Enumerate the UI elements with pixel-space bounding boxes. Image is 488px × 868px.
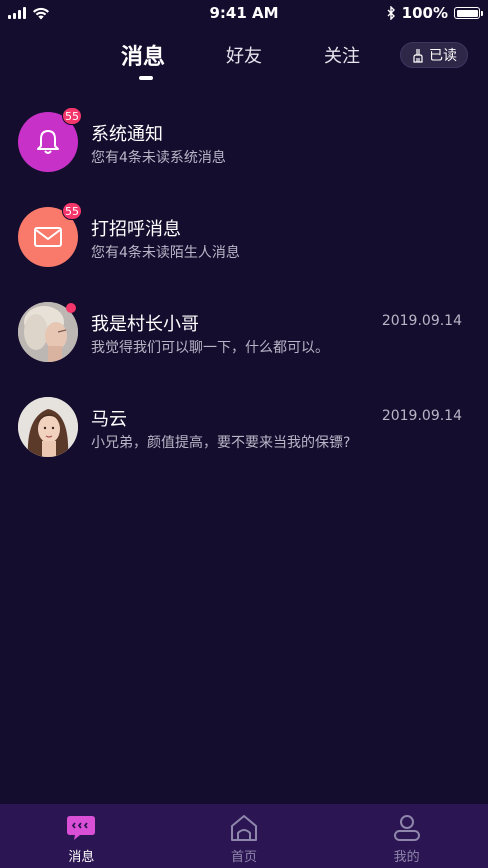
nav-label: 我的 <box>393 850 420 865</box>
mark-read-label: 已读 <box>429 48 457 64</box>
bottom-nav: 消息 首页 我的 <box>0 804 488 868</box>
tab-messages[interactable]: 消息 <box>121 39 165 71</box>
nav-item-messages[interactable]: 消息 <box>0 804 163 868</box>
chat-icon <box>67 816 96 840</box>
list-item-system-notice[interactable]: 55 系统通知 您有4条未读系统消息 <box>0 96 488 191</box>
greeting-avatar: 55 <box>18 202 82 267</box>
list-item-title: 马云 <box>91 409 127 430</box>
tab-following[interactable]: 关注 <box>324 42 360 68</box>
list-item-subtitle: 您有4条未读系统消息 <box>91 150 226 166</box>
envelope-icon <box>34 227 62 247</box>
nav-item-profile[interactable]: 我的 <box>325 804 488 868</box>
list-item-subtitle: 小兄弟，颜值提高，要不要来当我的保镖? <box>91 435 351 451</box>
list-item-chat[interactable]: 我是村长小哥 我觉得我们可以聊一下，什么都可以。 2019.09.14 <box>0 286 488 381</box>
unread-badge: 55 <box>62 107 82 125</box>
list-item-title: 我是村长小哥 <box>91 314 199 335</box>
online-dot <box>66 303 76 313</box>
nav-label: 首页 <box>231 850 258 865</box>
user-avatar <box>18 397 78 457</box>
list-item-title: 打招呼消息 <box>91 219 181 240</box>
unread-badge: 55 <box>62 202 82 220</box>
broom-icon <box>413 48 423 63</box>
home-icon <box>231 815 257 841</box>
list-item-chat[interactable]: 马云 小兄弟，颜值提高，要不要来当我的保镖? 2019.09.14 <box>0 381 488 476</box>
message-list: 55 系统通知 您有4条未读系统消息 55 打招呼消息 您有4条未读陌生人消息 <box>0 96 488 476</box>
list-item-date: 2019.09.14 <box>381 313 462 329</box>
profile-icon <box>393 815 420 841</box>
nav-item-home[interactable]: 首页 <box>163 804 326 868</box>
system-notice-avatar: 55 <box>18 107 82 172</box>
top-tabs: 消息 好友 关注 已读 <box>0 36 488 86</box>
list-item-subtitle: 我觉得我们可以聊一下，什么都可以。 <box>91 340 329 356</box>
status-time: 9:41 AM <box>209 4 279 22</box>
battery-icon <box>454 7 483 19</box>
tab-active-indicator <box>139 76 153 80</box>
list-item-date: 2019.09.14 <box>381 408 462 424</box>
list-item-title: 系统通知 <box>91 124 163 145</box>
tab-friends[interactable]: 好友 <box>226 42 262 68</box>
mark-read-button[interactable]: 已读 <box>400 42 468 68</box>
list-item-greeting-messages[interactable]: 55 打招呼消息 您有4条未读陌生人消息 <box>0 191 488 286</box>
status-bar: 9:41 AM 100% <box>0 0 488 26</box>
list-item-subtitle: 您有4条未读陌生人消息 <box>91 245 240 261</box>
bell-icon <box>37 130 59 154</box>
nav-label: 消息 <box>68 850 95 865</box>
